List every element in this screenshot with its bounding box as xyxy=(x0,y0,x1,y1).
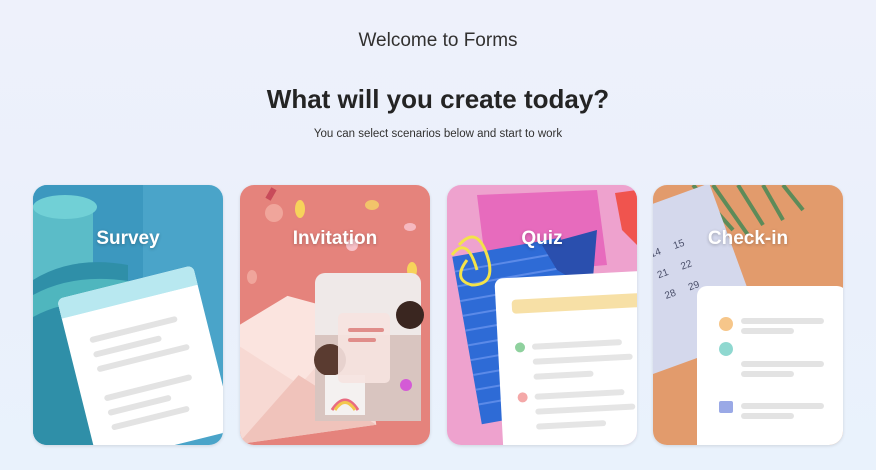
page-headline: What will you create today? xyxy=(266,84,610,114)
quiz-card[interactable]: Quiz xyxy=(447,185,637,445)
survey-card[interactable]: Survey xyxy=(33,185,223,445)
survey-card-title: Survey xyxy=(96,228,160,249)
survey-illustration xyxy=(33,185,223,445)
checkin-card-title: Check-in xyxy=(707,228,789,249)
quiz-card-title: Quiz xyxy=(521,228,563,249)
invitation-illustration xyxy=(240,185,430,445)
welcome-text: Welcome to Forms xyxy=(358,30,518,51)
invitation-card-title: Invitation xyxy=(292,228,378,249)
checkin-card[interactable]: 14 15 21 22 28 29 Check-in xyxy=(653,185,843,445)
checkin-illustration: 14 15 21 22 28 29 xyxy=(653,185,843,445)
page-subtitle: You can select scenarios below and start… xyxy=(313,128,563,140)
invitation-card[interactable]: Invitation xyxy=(240,185,430,445)
quiz-illustration xyxy=(447,185,637,445)
